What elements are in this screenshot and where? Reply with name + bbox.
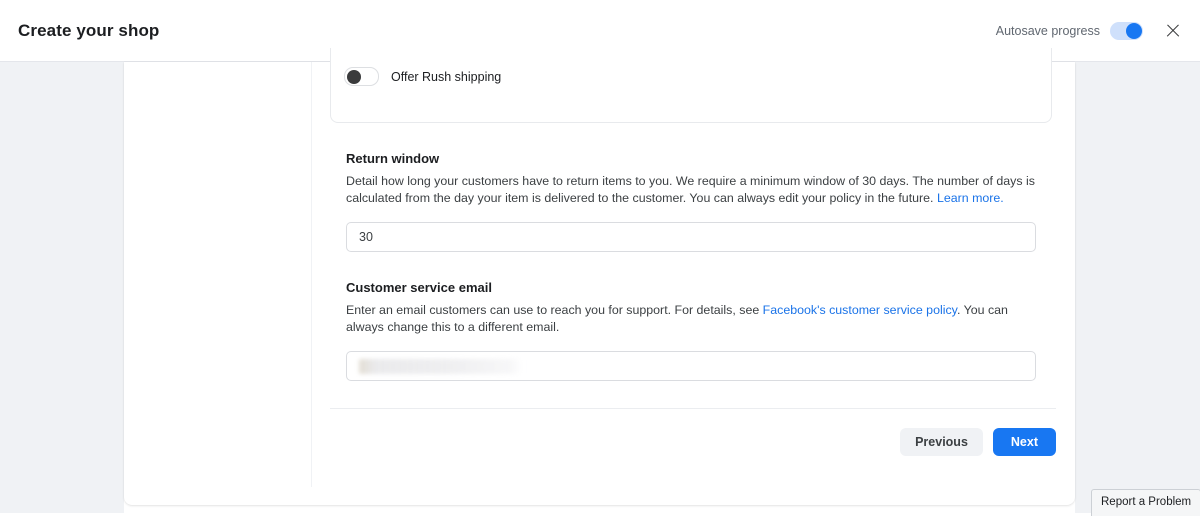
next-button[interactable]: Next	[993, 428, 1056, 456]
return-window-description-text: Detail how long your customers have to r…	[346, 174, 1035, 205]
return-window-section: Return window Detail how long your custo…	[330, 151, 1060, 252]
customer-service-email-input[interactable]	[346, 351, 1036, 381]
page-body: Offer Rush shipping Return window Detail…	[0, 62, 1200, 513]
wizard-panel: Offer Rush shipping Return window Detail…	[124, 62, 1075, 505]
left-gutter	[0, 62, 124, 513]
close-icon[interactable]	[1163, 21, 1183, 41]
customer-service-email-title: Customer service email	[346, 280, 1060, 295]
return-window-input[interactable]: 30	[346, 222, 1036, 252]
autosave-toggle[interactable]	[1110, 22, 1143, 40]
return-window-title: Return window	[346, 151, 1060, 166]
return-window-input-value: 30	[359, 230, 373, 244]
autosave-label: Autosave progress	[996, 24, 1100, 38]
right-gutter	[1075, 62, 1200, 513]
form-content: Offer Rush shipping Return window Detail…	[330, 62, 1060, 381]
page-title: Create your shop	[18, 21, 159, 41]
header-actions: Autosave progress	[996, 21, 1200, 41]
rush-shipping-toggle[interactable]	[344, 67, 379, 86]
footer-actions: Previous Next	[330, 428, 1056, 456]
previous-button[interactable]: Previous	[900, 428, 983, 456]
return-window-learn-more-link[interactable]: Learn more.	[937, 191, 1004, 205]
shipping-options-card: Offer Rush shipping	[330, 48, 1052, 123]
rush-shipping-label: Offer Rush shipping	[391, 70, 501, 84]
return-window-description: Detail how long your customers have to r…	[346, 173, 1036, 207]
customer-service-email-description: Enter an email customers can use to reac…	[346, 302, 1036, 336]
rush-shipping-toggle-knob	[347, 70, 361, 84]
rush-shipping-row[interactable]: Offer Rush shipping	[331, 48, 1051, 86]
customer-service-email-description-text-1: Enter an email customers can use to reac…	[346, 303, 763, 317]
footer-divider	[330, 408, 1056, 409]
customer-service-policy-link[interactable]: Facebook's customer service policy	[763, 303, 957, 317]
customer-service-email-section: Customer service email Enter an email cu…	[330, 280, 1060, 381]
report-a-problem-button[interactable]: Report a Problem	[1091, 489, 1200, 516]
autosave-toggle-knob	[1126, 23, 1142, 39]
customer-service-email-redacted-value	[359, 359, 523, 374]
panel-divider	[311, 62, 312, 487]
